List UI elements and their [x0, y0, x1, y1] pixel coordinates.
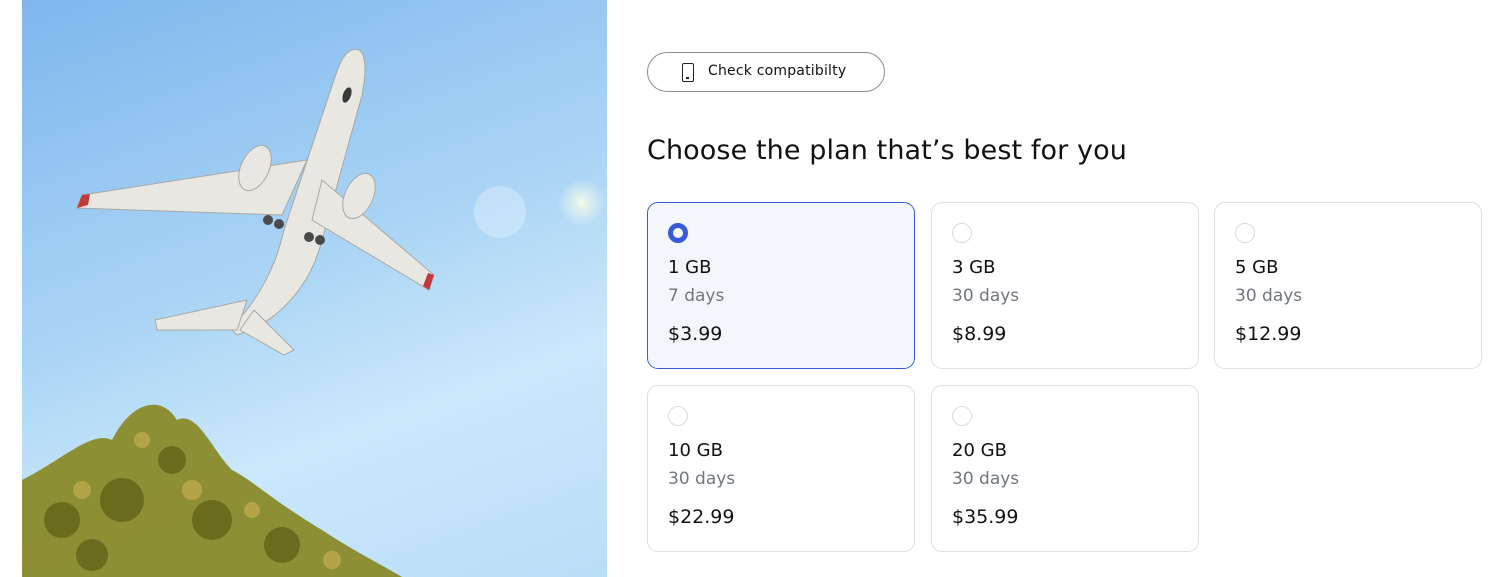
plan-card-20gb[interactable]: 20 GB 30 days $35.99 — [931, 385, 1199, 552]
plan-size: 10 GB — [668, 440, 723, 461]
plan-size: 1 GB — [668, 257, 712, 278]
check-compatibility-button[interactable]: Check compatibilty — [647, 52, 885, 92]
plan-card-5gb[interactable]: 5 GB 30 days $12.99 — [1214, 202, 1482, 369]
plan-radio[interactable] — [668, 223, 688, 243]
plan-size: 5 GB — [1235, 257, 1279, 278]
plan-card-10gb[interactable]: 10 GB 30 days $22.99 — [647, 385, 915, 552]
page-title: Choose the plan that’s best for you — [647, 135, 1127, 166]
phone-icon — [682, 63, 694, 82]
plan-price: $3.99 — [668, 323, 723, 345]
plan-duration: 30 days — [952, 469, 1020, 489]
plan-radio[interactable] — [952, 223, 972, 243]
plan-card-3gb[interactable]: 3 GB 30 days $8.99 — [931, 202, 1199, 369]
plan-radio[interactable] — [952, 406, 972, 426]
plan-price: $35.99 — [952, 506, 1019, 528]
page: Check compatibilty Choose the plan that’… — [0, 0, 1501, 577]
plan-price: $12.99 — [1235, 323, 1302, 345]
hero-image — [22, 0, 607, 577]
plan-price: $22.99 — [668, 506, 735, 528]
airplane-photo-icon — [22, 48, 606, 577]
plan-size: 3 GB — [952, 257, 996, 278]
check-compatibility-label: Check compatibilty — [708, 63, 847, 79]
plan-radio[interactable] — [1235, 223, 1255, 243]
plan-duration: 30 days — [1235, 286, 1303, 306]
plan-size: 20 GB — [952, 440, 1007, 461]
plan-duration: 7 days — [668, 286, 725, 306]
plan-price: $8.99 — [952, 323, 1007, 345]
plan-duration: 30 days — [952, 286, 1020, 306]
plan-card-1gb[interactable]: 1 GB 7 days $3.99 — [647, 202, 915, 369]
plan-duration: 30 days — [668, 469, 736, 489]
plan-radio[interactable] — [668, 406, 688, 426]
